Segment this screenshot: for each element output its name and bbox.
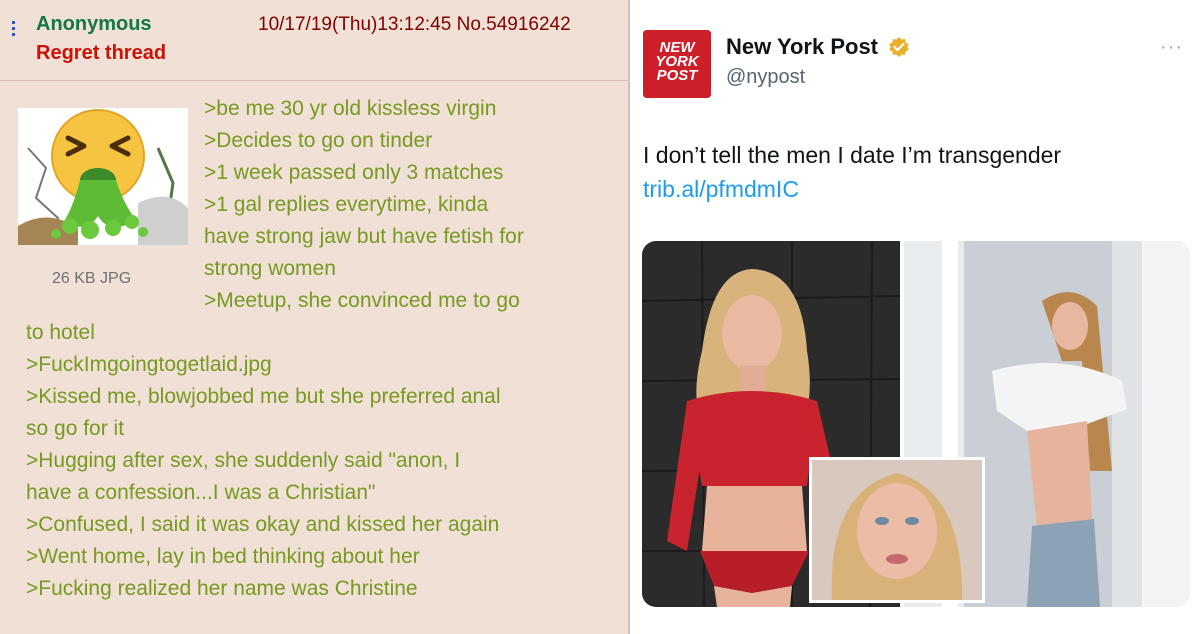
vomiting-face-emoji-icon[interactable] — [18, 108, 188, 245]
greentext-line: >Meetup, she convinced me to go — [204, 289, 520, 312]
greentext-line: strong women — [204, 257, 336, 280]
greentext-line: have a confession...I was a Christian" — [26, 481, 376, 504]
file-info: 26 KB JPG — [52, 270, 132, 287]
greentext-line: >Decides to go on tinder — [204, 129, 433, 152]
greentext-line: >1 week passed only 3 matches — [204, 161, 504, 184]
greentext-line: >Kissed me, blowjobbed me but she prefer… — [26, 385, 501, 408]
more-options-icon[interactable]: ··· — [1160, 36, 1183, 59]
poster-name: Anonymous — [36, 13, 152, 35]
nypost-avatar[interactable]: NEW YORK POST — [643, 30, 711, 98]
post-datetime: 10/17/19(Thu)13:12:45 — [258, 14, 452, 35]
tweet: NEW YORK POST New York Post @nypost ··· … — [630, 0, 1200, 634]
greentext-line: >Went home, lay in bed thinking about he… — [26, 545, 420, 568]
greentext-line: so go for it — [26, 417, 125, 440]
greentext-line: to hotel — [26, 321, 95, 344]
tweet-link[interactable]: trib.al/pfmdmIC — [643, 176, 799, 203]
post-subject: Regret thread — [36, 42, 167, 64]
tweet-text: I don’t tell the men I date I’m transgen… — [643, 142, 1062, 168]
greentext-line: have strong jaw but have fetish for — [204, 225, 524, 248]
post-header: Anonymous Regret thread 10/17/19(Thu)13:… — [0, 0, 628, 81]
post-number[interactable]: No.54916242 — [457, 14, 571, 35]
tweet-media-photo[interactable] — [642, 241, 1190, 607]
greentext-line: >be me 30 yr old kissless virgin — [204, 97, 497, 120]
chan-post: Anonymous Regret thread 10/17/19(Thu)13:… — [0, 0, 630, 634]
greentext-line: >FuckImgoingtogetlaid.jpg — [26, 353, 272, 376]
logo-line: POST — [657, 67, 700, 84]
post-meta: 10/17/19(Thu)13:12:45 No.54916242 — [258, 14, 571, 36]
greentext-line: >Hugging after sex, she suddenly said "a… — [26, 449, 461, 472]
greentext-line: >1 gal replies everytime, kinda — [204, 193, 489, 216]
greentext-line: >Fucking realized her name was Christine — [26, 577, 418, 600]
greentext-line: >Confused, I said it was okay and kissed… — [26, 513, 500, 536]
display-name[interactable]: New York Post — [726, 34, 878, 60]
verified-badge-icon — [888, 36, 910, 63]
handle[interactable]: @nypost — [726, 66, 805, 89]
post-menu-icon[interactable] — [12, 18, 18, 39]
